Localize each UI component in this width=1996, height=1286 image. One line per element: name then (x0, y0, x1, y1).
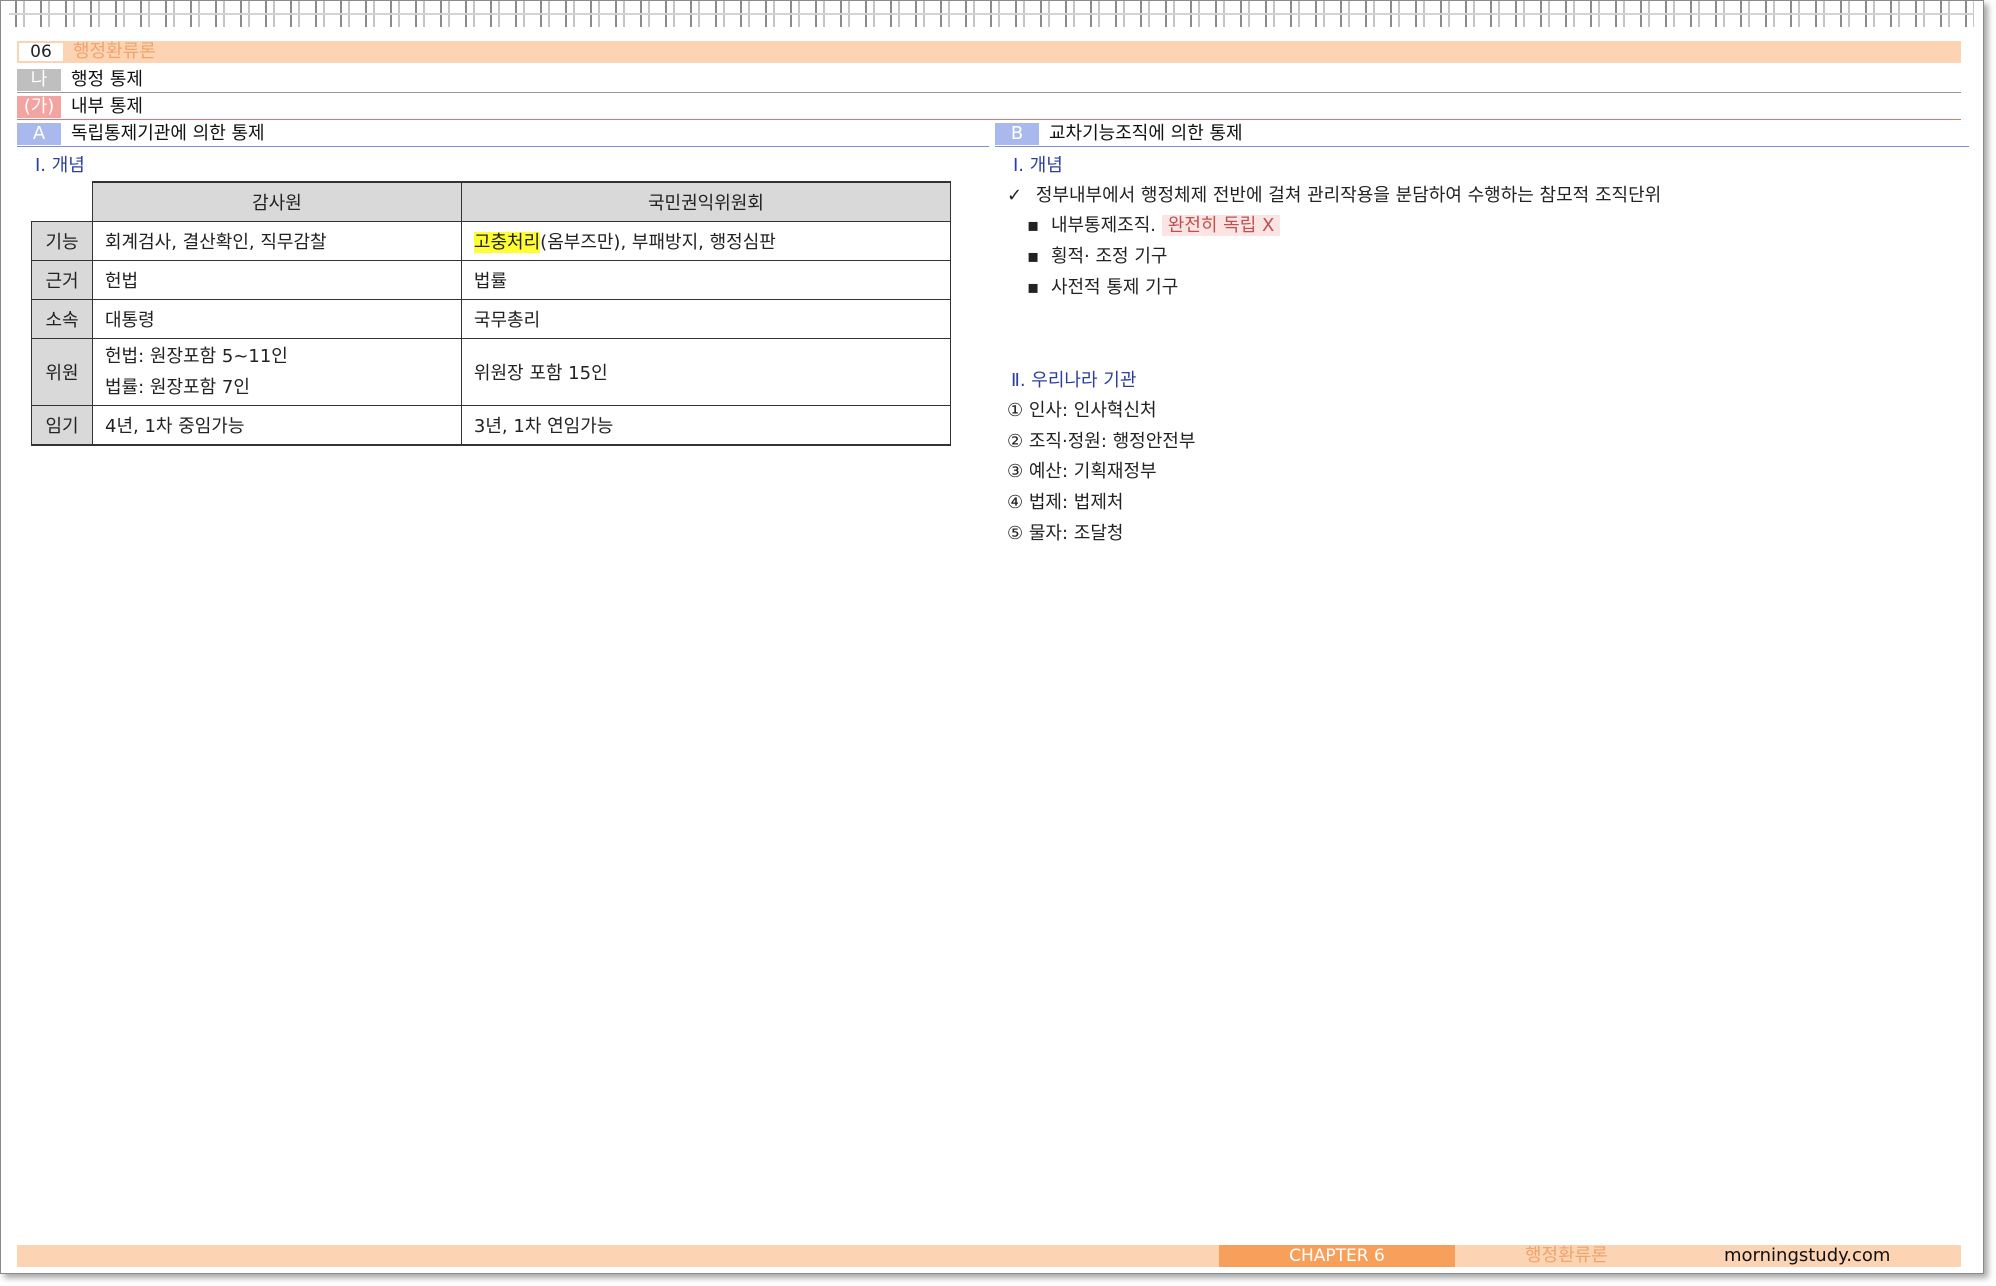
table-cell: 위원장 포함 15인 (460, 338, 952, 406)
table-header-row: 감사원 국민권익위원회 (31, 181, 952, 222)
footer-site-link[interactable]: morningstudy.com (1724, 1245, 1890, 1267)
divider (995, 146, 1969, 147)
concept-statement: ✓ 정부내부에서 행정체제 전반에 걸쳐 관리작용을 분담하여 수행하는 참모적… (1007, 181, 1661, 207)
chapter-number: 06 (19, 43, 63, 61)
section-b-title: 교차기능조직에 의한 통제 (1049, 123, 1243, 144)
bullet-icon: ▪ (1027, 246, 1040, 267)
table-row: 기능 회계검사, 결산확인, 직무감찰 고충처리(옴부즈만), 부패방지, 행정… (31, 221, 952, 261)
cell-line: 법률: 원장포함 7인 (105, 377, 250, 398)
column-header: 국민권익위원회 (460, 181, 952, 222)
agency-item: ⑤ 물자: 조달청 (1007, 523, 1124, 544)
bullet-item: ▪ 내부통제조직. 완전히 독립 X (1027, 211, 1281, 237)
bullet-item: ▪ 횡적· 조정 기구 (1027, 242, 1167, 268)
table-cell: 국무총리 (460, 299, 952, 339)
section-a-tag: A (17, 123, 61, 145)
section-b-tag: B (995, 123, 1039, 145)
table-cell: 헌법: 원장포함 5~11인법률: 원장포함 7인 (92, 338, 462, 406)
chapter-header: 06 행정환류론 (17, 41, 1961, 63)
bullet-text: 횡적· 조정 기구 (1050, 246, 1168, 267)
page-frame: 06 행정환류론 나 행정 통제 (가) 내부 통제 A 독립통제기관에 의한 통제 … (0, 0, 1984, 1274)
bullet-icon: ▪ (1027, 277, 1040, 298)
bullet-text: 사전적 통제 기구 (1050, 277, 1179, 298)
table-cell: 4년, 1차 중임가능 (92, 405, 462, 446)
divider (17, 146, 989, 147)
section-b-concept-heading: Ⅰ. 개념 (1013, 155, 1063, 176)
heading-level1: 나 행정 통제 (17, 69, 1961, 93)
section-a-concept-heading: Ⅰ. 개념 (35, 155, 85, 176)
agency-item: ④ 법제: 법제처 (1007, 492, 1124, 513)
bullet-icon: ▪ (1027, 215, 1040, 236)
bullet-item: ▪ 사전적 통제 기구 (1027, 273, 1178, 299)
heading-level2-title: 내부 통제 (71, 96, 143, 117)
row-key: 위원 (31, 338, 93, 406)
column-header: 감사원 (92, 181, 462, 222)
section-a-header: A 독립통제기관에 의한 통제 (17, 123, 989, 147)
section-b-header: B 교차기능조직에 의한 통제 (995, 123, 1969, 147)
heading-level2: (가) 내부 통제 (17, 96, 1961, 120)
agency-item: ③ 예산: 기획재정부 (1007, 461, 1157, 482)
highlighted-text: 고충처리 (473, 232, 541, 253)
table-cell: 회계검사, 결산확인, 직무감찰 (92, 221, 462, 261)
row-key: 소속 (31, 299, 93, 339)
table-row: 임기 4년, 1차 중임가능 3년, 1차 연임가능 (31, 405, 952, 446)
heading-level2-tag: (가) (17, 96, 61, 118)
spiral-binding (9, 1, 1974, 27)
heading-level1-tag: 나 (17, 69, 61, 91)
row-key: 근거 (31, 260, 93, 300)
chapter-title: 행정환류론 (73, 41, 156, 62)
cell-line: 헌법: 원장포함 5~11인 (105, 346, 288, 367)
table-cell: 고충처리(옴부즈만), 부패방지, 행정심판 (460, 221, 952, 261)
row-key: 임기 (31, 405, 93, 446)
table-cell: 3년, 1차 연임가능 (460, 405, 952, 446)
agency-item: ② 조직·정원: 행정안전부 (1007, 431, 1196, 452)
heading-level1-title: 행정 통제 (71, 69, 143, 90)
table-row: 소속 대통령 국무총리 (31, 299, 952, 339)
footer-chapter: CHAPTER 6 (1219, 1245, 1455, 1267)
table-cell: 대통령 (92, 299, 462, 339)
table-row: 근거 헌법 법률 (31, 260, 952, 300)
concept-text: 정부내부에서 행정체제 전반에 걸쳐 관리작용을 분담하여 수행하는 참모적 조… (1035, 185, 1662, 206)
comparison-table: 감사원 국민권익위원회 기능 회계검사, 결산확인, 직무감찰 고충처리(옴부즈… (31, 181, 952, 446)
section-b-agencies-heading: Ⅱ. 우리나라 기관 (1011, 370, 1137, 391)
page-footer: CHAPTER 6 행정환류론 morningstudy.com (17, 1245, 1961, 1267)
divider (17, 92, 1961, 93)
section-a-title: 독립통제기관에 의한 통제 (71, 123, 265, 144)
check-icon: ✓ (1007, 185, 1023, 206)
row-key: 기능 (31, 221, 93, 261)
table-cell: 법률 (460, 260, 952, 300)
bullet-text: 내부통제조직. (1050, 215, 1157, 236)
agency-item: ① 인사: 인사혁신처 (1007, 400, 1157, 421)
footer-subject: 행정환류론 (1525, 1245, 1608, 1266)
table-cell: 헌법 (92, 260, 462, 300)
cell-text: (옴부즈만), 부패방지, 행정심판 (540, 232, 776, 253)
table-row: 위원 헌법: 원장포함 5~11인법률: 원장포함 7인 위원장 포함 15인 (31, 338, 952, 406)
table-corner (31, 182, 93, 222)
divider (17, 119, 1961, 120)
highlighted-text: 완전히 독립 X (1161, 215, 1281, 236)
